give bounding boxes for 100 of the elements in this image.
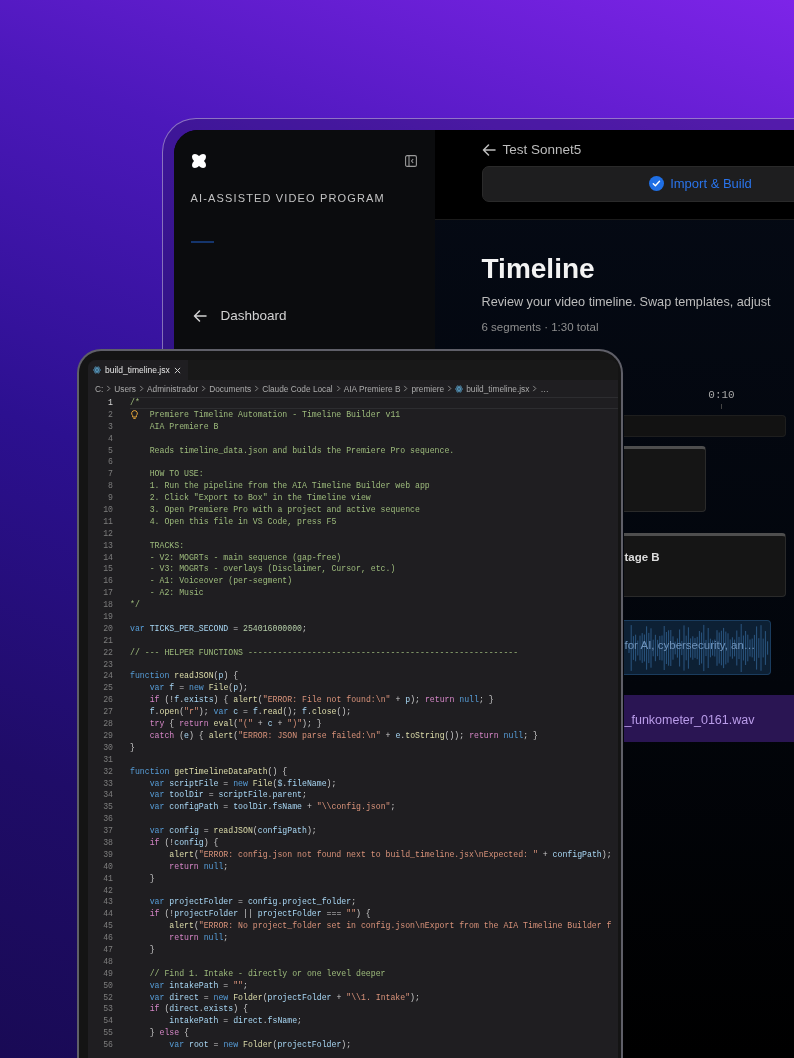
nav-item[interactable]: Dashboard [190,307,417,324]
code-line: } else { [148,1027,190,1040]
chevron-right-icon [447,385,453,392]
line-number: 28 [102,718,113,730]
code-line: intakePath = direct.fsName; [168,1015,303,1028]
page-title: Timeline [481,252,596,285]
code-line: Reads timeline_data.json and builds the Premiere Pro sequence. [148,444,456,457]
arrow-left-icon [192,309,207,322]
code-line: function getTimelineDataPath() { [130,765,289,778]
line-number: 38 [102,836,113,849]
code-line: if (!projectFolder || projectFolder === "") { [148,908,372,921]
line-number: 9 [107,492,113,504]
editor-tab[interactable]: build_timeline.jsx [88,360,188,380]
line-number: 41 [102,872,113,885]
line-number: 5 [107,444,113,457]
code-line: try { return eval("(" + c + ")"); } [148,718,323,730]
line-number: 16 [102,575,113,588]
line-number: 7 [107,468,113,481]
code-line: - V2: MOGRTs - main sequence (gap-free) [148,551,343,564]
audio-clip[interactable]: for AI, cybersecurity, an… [623,619,771,675]
line-number: 22 [102,646,113,659]
code-line: } [130,741,136,754]
line-number: 55 [102,1027,113,1040]
code-line: - A1: Voiceover (per-segment) [148,575,294,588]
line-number: 20 [102,622,113,635]
line-number: 4 [107,432,113,445]
clip-label: _funkometer_0161.wav [624,712,755,727]
code-line: f.open("r"); var c = f.read(); f.close(); [148,706,353,719]
code-line: var config = readJSON(configPath); [148,825,318,837]
line-number: 26 [102,694,113,707]
code-line: return null; [168,932,230,944]
line-number: 15 [102,563,113,576]
line-number: 33 [102,777,113,790]
line-number: 40 [102,860,113,873]
breadcrumb-item[interactable]: C: [95,383,104,394]
code-line: var projectFolder = config.project_folder; [148,896,358,909]
sidebar-toggle-icon[interactable] [404,154,417,167]
code-line: 2. Click "Export to Box" in the Timeline view [148,492,372,504]
line-number: 19 [102,611,113,623]
line-number: 37 [102,825,113,837]
video-clip[interactable] [623,445,706,512]
back-link[interactable]: Test Sonnet5 [481,141,794,158]
line-number: 54 [102,1015,113,1028]
line-number: 14 [102,551,113,564]
breadcrumb-item[interactable]: Users [114,383,136,394]
code-line: return null; [168,860,230,873]
chevron-right-icon [139,385,144,392]
breadcrumb-item[interactable]: Administrador [147,383,199,394]
breadcrumb-item[interactable]: premiere [411,383,445,394]
code-line: alert("ERROR: config.json not found next to build_timeline.jsx\nExpected: " + configPath); [168,848,613,861]
code-line: if (!config) { [148,836,220,849]
app-heading: AI-ASSISTED VIDEO PROGRAM [190,190,386,205]
breadcrumb-item[interactable]: Documents [209,383,252,394]
line-number: 43 [102,896,113,909]
breadcrumb-item[interactable]: build_timeline.jsx [455,383,530,394]
page-description: Review your video timeline. Swap templates, adjust [481,293,772,311]
line-number: 45 [102,920,113,933]
code-line: AIA Premiere B [148,420,220,433]
line-number: 42 [102,884,113,897]
line-number: 49 [102,967,113,980]
line-number: 21 [102,634,113,647]
code-line: 4. Open this file in VS Code, press F5 [148,515,338,528]
line-number: 48 [102,955,113,968]
atom-icon [455,384,464,393]
chevron-right-icon [106,385,112,392]
line-number: 29 [102,729,113,742]
music-clip[interactable]: _funkometer_0161.wav [623,694,794,742]
arrow-left-icon [481,143,496,156]
code-line: /* [130,397,618,409]
chevron-right-icon [254,385,260,392]
line-number: 47 [102,943,113,956]
breadcrumb-item[interactable]: AIA Premiere B [343,383,401,394]
code-line: Premiere Timeline Automation - Timeline Builder v11 [130,408,618,421]
code-line: var TICKS_PER_SECOND = 254016000000; [130,622,308,635]
timeline-summary: 6 segments · 1:30 total [481,319,600,335]
code-line: var toolDir = scriptFile.parent; [148,789,308,802]
breadcrumb-item[interactable]: … [540,383,549,394]
line-number: 25 [102,682,113,695]
lightbulb-icon[interactable] [131,409,138,419]
code-line: catch (e) { alert("ERROR: JSON parse failed:\n" + e.toString()); return null; } [148,729,539,742]
line-number: 8 [107,480,113,493]
code-line: alert("ERROR: No project_folder set in config.json\nExport from the AIA Timeline Builder f [168,920,613,933]
clip-label: for AI, cybersecurity, an… [624,638,756,651]
code-line: if (!f.exists) { alert("ERROR: File not found:\n" + p); return null; } [148,694,495,707]
atom-icon [93,366,101,374]
code-line: var root = new Folder(projectFolder); [168,1039,353,1051]
line-number: 2 [107,408,113,421]
breadcrumb-item[interactable]: Claude Code Local [262,383,333,394]
close-icon[interactable] [173,366,181,374]
code-line: function readJSON(p) { [130,670,240,683]
timecode-label: 0:10 [708,387,735,402]
line-number: 46 [102,932,113,944]
line-number: 52 [102,991,113,1004]
code-line: // Find 1. Intake - directly or one level deeper [148,967,387,980]
chevron-right-icon [201,385,207,392]
line-number: 56 [102,1039,113,1051]
video-clip[interactable]: tage B [623,532,786,597]
import-build-button[interactable]: Import & Build [481,165,794,202]
line-number: 13 [102,539,113,552]
line-number: 17 [102,587,113,600]
